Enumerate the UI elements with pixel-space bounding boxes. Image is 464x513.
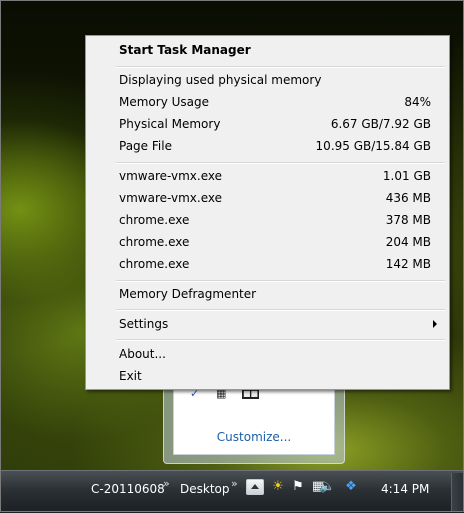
show-hidden-icons-button[interactable]: [246, 479, 264, 495]
toolbar-chevron-icon[interactable]: »: [231, 477, 238, 490]
memory-usage-item: Memory Usage 84%: [89, 91, 446, 113]
action-center-icon[interactable]: ⚑: [290, 479, 306, 495]
menu-separator: [116, 280, 445, 282]
stat-value: 84%: [404, 95, 431, 109]
chevron-up-icon: [251, 484, 259, 489]
process-memory: 378 MB: [385, 213, 431, 227]
physical-memory-item: Physical Memory 6.67 GB/7.92 GB: [89, 113, 446, 135]
toolbar-computer[interactable]: C-20110608: [91, 481, 165, 497]
weather-sun-icon[interactable]: ☀: [270, 479, 286, 495]
process-item[interactable]: chrome.exe 142 MB: [89, 253, 446, 275]
stat-value: 6.67 GB/7.92 GB: [330, 117, 431, 131]
process-memory: 436 MB: [385, 191, 431, 205]
process-name: vmware-vmx.exe: [119, 169, 223, 183]
process-memory: 204 MB: [385, 235, 431, 249]
about-item[interactable]: About...: [89, 343, 446, 365]
stat-value: 10.95 GB/15.84 GB: [315, 139, 431, 153]
process-name: vmware-vmx.exe: [119, 191, 223, 205]
stat-label: Page File: [119, 139, 172, 153]
process-item[interactable]: chrome.exe 204 MB: [89, 231, 446, 253]
memory-context-menu: Start Task Manager Displaying used physi…: [85, 35, 450, 390]
show-desktop-button[interactable]: [451, 473, 464, 511]
exit-item[interactable]: Exit: [89, 365, 446, 387]
start-task-manager-item[interactable]: Start Task Manager: [89, 39, 446, 61]
process-item[interactable]: chrome.exe 378 MB: [89, 209, 446, 231]
menu-separator: [116, 309, 445, 311]
settings-item[interactable]: Settings: [89, 313, 446, 335]
menu-item-label: Exit: [119, 369, 142, 383]
toolbar-chevron-icon[interactable]: »: [163, 477, 170, 490]
process-memory: 142 MB: [385, 257, 431, 271]
submenu-arrow-icon: [433, 320, 437, 328]
process-item[interactable]: vmware-vmx.exe 1.01 GB: [89, 165, 446, 187]
process-memory: 1.01 GB: [382, 169, 431, 183]
menu-separator: [116, 66, 445, 68]
menu-item-label: Settings: [119, 317, 169, 331]
dropbox-icon[interactable]: ❖: [343, 479, 359, 495]
menu-separator: [116, 162, 445, 164]
toolbar-desktop[interactable]: Desktop: [180, 481, 230, 497]
memory-defragmenter-item[interactable]: Memory Defragmenter: [89, 283, 446, 305]
process-name: chrome.exe: [119, 213, 190, 227]
process-name: chrome.exe: [119, 235, 190, 249]
stat-label: Physical Memory: [119, 117, 221, 131]
flyout-panel: ✓ ▦ ■■ Customize...: [173, 379, 335, 455]
page-file-item: Page File 10.95 GB/15.84 GB: [89, 135, 446, 157]
menu-item-label: Displaying used physical memory: [119, 73, 322, 87]
menu-separator: [116, 339, 445, 341]
menu-item-label: Start Task Manager: [119, 43, 251, 57]
process-name: chrome.exe: [119, 257, 190, 271]
process-item[interactable]: vmware-vmx.exe 436 MB: [89, 187, 446, 209]
menu-item-label: About...: [119, 347, 166, 361]
displaying-info-item: Displaying used physical memory: [89, 69, 446, 91]
taskbar: C-20110608 » Desktop » ☀ ⚑ ▦ 🔈 ❖ 4:14 PM: [0, 470, 464, 513]
notification-badge-icon[interactable]: ■■: [242, 389, 260, 399]
clock[interactable]: 4:14 PM: [381, 481, 429, 497]
stat-label: Memory Usage: [119, 95, 210, 109]
customize-link[interactable]: Customize...: [174, 430, 334, 444]
volume-speaker-icon[interactable]: 🔈: [319, 479, 335, 495]
menu-item-label: Memory Defragmenter: [119, 287, 257, 301]
